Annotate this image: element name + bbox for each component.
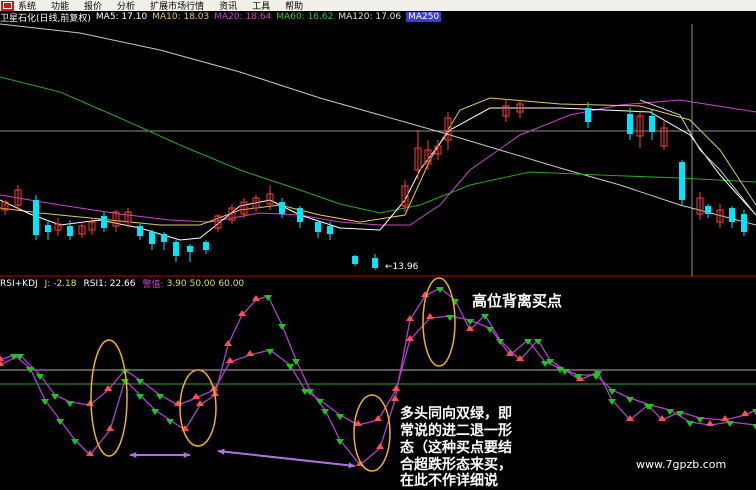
- candle-body-down: [297, 208, 303, 222]
- kdj-signal-marker: [696, 417, 704, 423]
- candle-body-down: [137, 226, 143, 236]
- stock-name: 卫星石化(日线,前复权): [0, 13, 91, 24]
- kdj-signal-marker: [608, 399, 616, 405]
- ma120-value: MA120: 17.06: [338, 12, 402, 22]
- ma10-value: MA10: 18.03: [152, 12, 210, 22]
- kdj-signal-marker: [252, 295, 260, 301]
- candle-body-down: [679, 162, 685, 200]
- rsi-signal-marker: [66, 401, 74, 407]
- top-divergence-note: 高位背离买点: [472, 292, 563, 310]
- kdj-signal-marker: [238, 310, 246, 316]
- rsi-signal-marker: [706, 420, 714, 426]
- kdj-signal-marker: [376, 443, 384, 449]
- rsi-signal-marker: [246, 350, 254, 356]
- kdj-signal-marker: [106, 425, 114, 431]
- candle-body-down: [627, 114, 633, 134]
- kdj-signal-marker: [721, 415, 729, 421]
- interval-arrow-left-head: [130, 451, 137, 459]
- candle-body-down: [33, 200, 39, 235]
- candle-body-down: [705, 206, 711, 214]
- stock-chart-canvas[interactable]: [0, 0, 756, 487]
- kdj-signal-marker: [321, 409, 329, 415]
- rsi-signal-marker: [192, 393, 200, 399]
- candle-body-down: [352, 256, 358, 264]
- indicator-header: RSI+KDJ J: -2.18 RSI1: 22.66 警值: 3.90 50…: [0, 278, 251, 291]
- watermark: www.7gpzb.com: [636, 458, 727, 471]
- rsi-signal-marker: [226, 357, 234, 363]
- candle-body-down: [149, 232, 155, 244]
- candle-body-down: [45, 225, 51, 232]
- ma20-value: MA20: 18.64: [214, 12, 272, 22]
- kdj-signal-marker: [278, 324, 286, 330]
- indicator-name: RSI+KDJ: [0, 278, 38, 289]
- threshold-value-2: 50.00: [189, 278, 216, 289]
- low-price-marker: ←13.96: [385, 262, 419, 272]
- kdj-j-line: [0, 287, 756, 466]
- rsi1-value: RSI1: 22.66: [83, 278, 136, 289]
- kdj-signal-marker: [224, 340, 232, 346]
- candle-body-down: [741, 214, 747, 232]
- threshold-value-1: 3.90: [166, 278, 187, 289]
- kdj-j-value: J: -2.18: [44, 278, 77, 289]
- kline-header: 卫星石化(日线,前复权) MA5: 17.10 MA10: 18.03 MA20…: [0, 11, 446, 24]
- candle-body-down: [315, 222, 321, 232]
- highlight-ellipse: [90, 339, 128, 457]
- interval-arrow-left-head: [183, 451, 190, 459]
- threshold-value-3: 60.00: [218, 278, 245, 289]
- candle-body-down: [327, 226, 333, 234]
- kdj-signal-marker: [0, 355, 4, 361]
- rsi-signal-marker: [686, 421, 694, 427]
- threshold-label: 警值:: [142, 280, 164, 290]
- candle-body-down: [729, 208, 735, 222]
- candle-body-down: [585, 108, 591, 122]
- candle-body-down: [67, 226, 73, 236]
- candle-body-down: [101, 216, 107, 228]
- rsi-signal-marker: [392, 385, 400, 391]
- rsi-signal-marker: [446, 315, 454, 321]
- candle-body-down: [161, 234, 167, 242]
- kdj-signal-marker: [741, 410, 749, 416]
- candle-body-down: [649, 116, 655, 132]
- candle-body-down: [372, 258, 378, 268]
- candle-body-down: [203, 242, 209, 250]
- rsi-signal-marker: [726, 421, 734, 427]
- candle-body-down: [173, 242, 179, 256]
- kdj-signal-marker: [658, 415, 666, 421]
- rsi-signal-marker: [541, 361, 549, 367]
- ma60-value: MA60: 16.62: [276, 12, 334, 22]
- interval-arrow-right-shaft: [217, 450, 356, 467]
- candle-body-down: [187, 246, 193, 252]
- ma5-value: MA5: 17.10: [95, 12, 148, 22]
- candle-body-down: [279, 202, 285, 214]
- rsi-signal-marker: [626, 397, 634, 403]
- ma250-value: MA250: [406, 12, 442, 22]
- rsi-signal-marker: [426, 313, 434, 319]
- annotation-line-5: 在此不作详细说: [400, 473, 498, 489]
- kdj-signal-marker: [264, 295, 272, 301]
